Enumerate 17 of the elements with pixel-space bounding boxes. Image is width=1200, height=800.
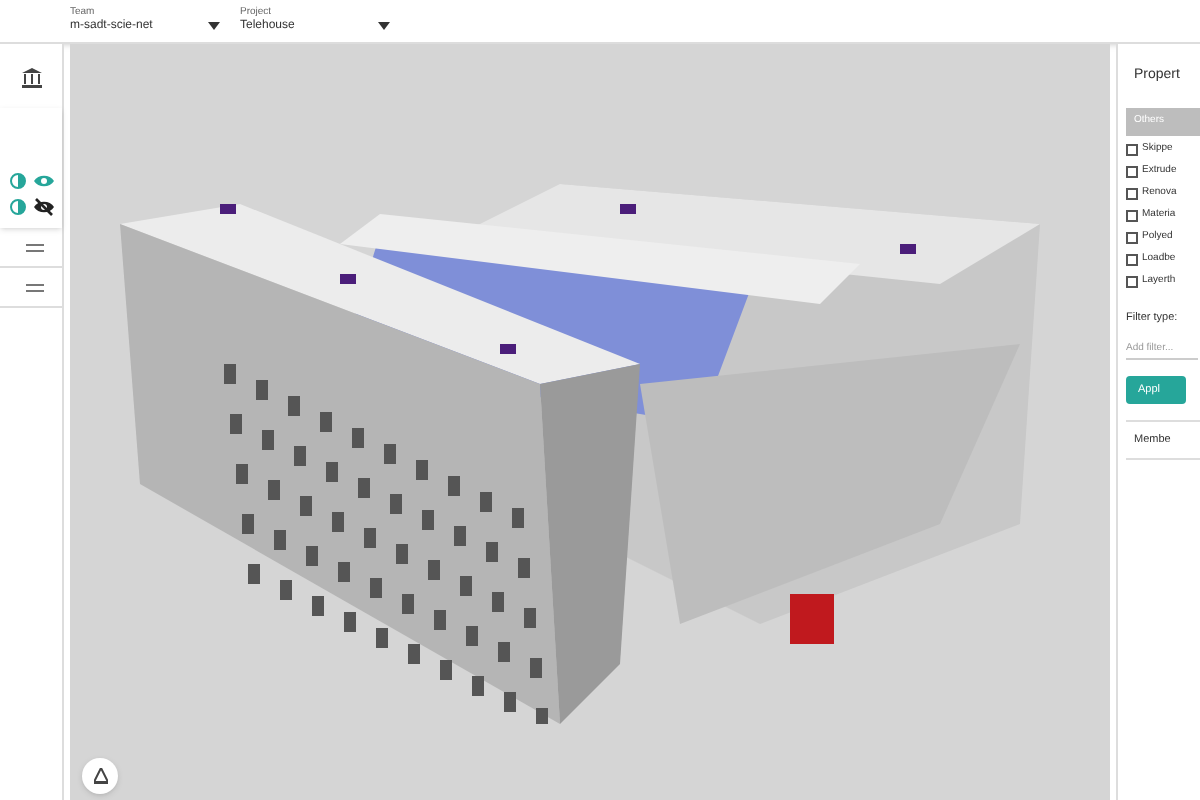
compass-arrow-icon xyxy=(93,768,107,784)
checkbox[interactable] xyxy=(1126,143,1138,155)
checkbox[interactable] xyxy=(1126,231,1138,243)
bank-icon[interactable] xyxy=(22,68,42,88)
checkbox[interactable] xyxy=(1126,209,1138,221)
eye-off-icon[interactable] xyxy=(34,198,54,216)
checkbox[interactable] xyxy=(1126,187,1138,199)
list-lines-icon[interactable] xyxy=(26,283,44,291)
north-compass-button[interactable] xyxy=(82,758,118,794)
dropdown-caret-icon xyxy=(208,22,220,30)
dropdown-caret-icon xyxy=(378,22,390,30)
checkbox[interactable] xyxy=(1126,275,1138,287)
checkbox[interactable] xyxy=(1126,165,1138,177)
list-lines-icon[interactable] xyxy=(26,243,44,251)
checkbox[interactable] xyxy=(1126,253,1138,265)
contrast-icon[interactable] xyxy=(10,172,26,190)
contrast-icon[interactable] xyxy=(10,198,26,216)
